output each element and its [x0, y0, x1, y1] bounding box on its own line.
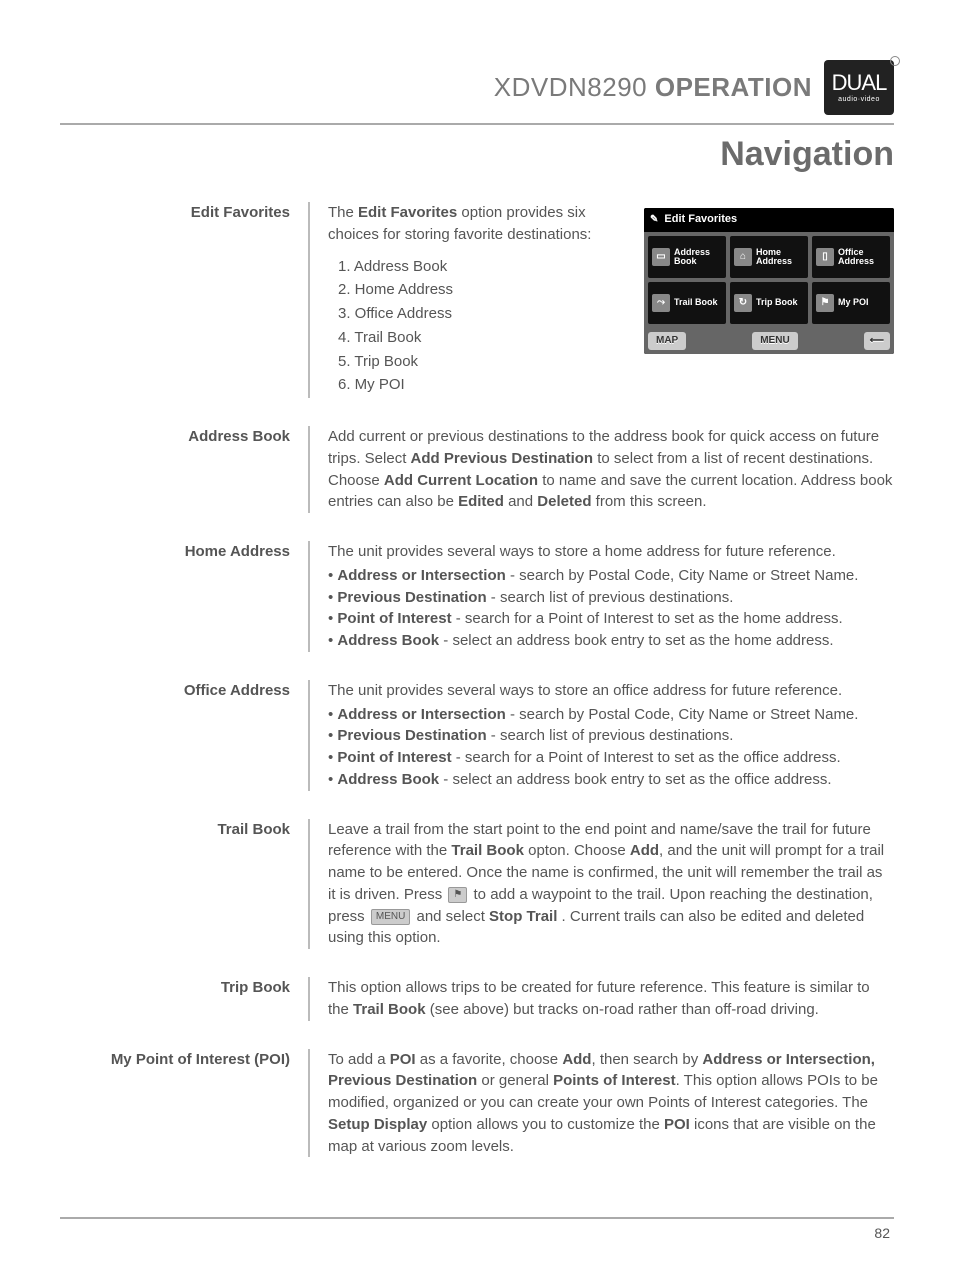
cell-label: Address Book	[674, 248, 722, 267]
bullet-list: Address or Intersection - search by Post…	[328, 565, 894, 652]
bullet-item: Address or Intersection - search by Post…	[328, 704, 894, 726]
screenshot-cell-office-address: ▯Office Address	[812, 236, 890, 278]
label-trail-book: Trail Book	[60, 819, 308, 841]
body-home-address: The unit provides several ways to store …	[310, 541, 894, 652]
screenshot-map-button: MAP	[648, 332, 686, 351]
row-office-address: Office Address The unit provides several…	[60, 680, 894, 791]
bullet-list: Address or Intersection - search by Post…	[328, 704, 894, 791]
screenshot-cell-trip-book: ↻ Trip Book	[730, 282, 808, 324]
logo-word: DUAL	[832, 72, 887, 94]
screenshot-back-button: ⟵	[864, 332, 890, 351]
logo-subtitle: audio·video	[838, 96, 880, 103]
trash-icon: ▯	[816, 248, 834, 266]
screenshot-edit-favorites: Edit Favorites ▭Address Book ⌂Home Addre…	[644, 208, 894, 354]
bullet-item: Address Book - select an address book en…	[328, 630, 894, 652]
bullet-item: Point of Interest - search for a Point o…	[328, 747, 894, 769]
row-trip-book: Trip Book This option allows trips to be…	[60, 977, 894, 1021]
cell-label: Trail Book	[674, 298, 718, 307]
cell-label: Home Address	[756, 248, 804, 267]
label-home-address: Home Address	[60, 541, 308, 563]
waypoint-icon: ⚑	[448, 887, 467, 903]
section-title: Navigation	[60, 135, 894, 174]
body-edit-favorites: Edit Favorites ▭Address Book ⌂Home Addre…	[310, 202, 894, 398]
screenshot-menu-button: MENU	[752, 332, 797, 351]
screenshot-cell-my-poi: ⚑ My POI	[812, 282, 890, 324]
screenshot-title: Edit Favorites	[644, 208, 894, 232]
label-my-poi: My Point of Interest (POI)	[60, 1049, 308, 1071]
header-rule	[60, 123, 894, 125]
label-office-address: Office Address	[60, 680, 308, 702]
book-icon: ▭	[652, 248, 670, 266]
row-trail-book: Trail Book Leave a trail from the start …	[60, 819, 894, 950]
intro-text: The unit provides several ways to store …	[328, 680, 894, 702]
brand-logo: DUAL audio·video	[824, 60, 894, 115]
row-edit-favorites: Edit Favorites Edit Favorites ▭Address B…	[60, 202, 894, 398]
body-trip-book: This option allows trips to be created f…	[310, 977, 894, 1021]
body-my-poi: To add a POI as a favorite, choose Add, …	[310, 1049, 894, 1158]
label-edit-favorites: Edit Favorites	[60, 202, 308, 224]
page-header: XDVDN8290 OPERATION DUAL audio·video	[60, 60, 894, 115]
operation-label: OPERATION	[655, 72, 812, 102]
manual-page: XDVDN8290 OPERATION DUAL audio·video Nav…	[0, 0, 954, 1271]
cell-label: Trip Book	[756, 298, 798, 307]
page-number: 82	[60, 1225, 894, 1241]
label-trip-book: Trip Book	[60, 977, 308, 999]
bullet-item: Previous Destination - search list of pr…	[328, 587, 894, 609]
screenshot-cell-trail-book: ⤳ Trail Book	[648, 282, 726, 324]
trip-icon: ↻	[734, 294, 752, 312]
bullet-item: Point of Interest - search for a Point o…	[328, 608, 894, 630]
row-home-address: Home Address The unit provides several w…	[60, 541, 894, 652]
body-office-address: The unit provides several ways to store …	[310, 680, 894, 791]
poi-icon: ⚑	[816, 294, 834, 312]
bullet-item: Address or Intersection - search by Post…	[328, 565, 894, 587]
model-operation: XDVDN8290 OPERATION	[494, 72, 812, 103]
model-number: XDVDN8290	[494, 72, 647, 102]
intro-text: The Edit Favorites option provides six c…	[328, 204, 591, 243]
bullet-item: Previous Destination - search list of pr…	[328, 725, 894, 747]
bullet-item: Address Book - select an address book en…	[328, 769, 894, 791]
screenshot-cell-home-address: ⌂Home Address	[730, 236, 808, 278]
row-my-poi: My Point of Interest (POI) To add a POI …	[60, 1049, 894, 1158]
intro-text: The unit provides several ways to store …	[328, 541, 894, 563]
footer-rule	[60, 1217, 894, 1219]
list-item: 6. My POI	[338, 374, 894, 396]
cell-label: My POI	[838, 298, 869, 307]
trail-icon: ⤳	[652, 294, 670, 312]
cell-label: Office Address	[838, 248, 886, 267]
content-area: Edit Favorites Edit Favorites ▭Address B…	[60, 202, 894, 1157]
label-address-book: Address Book	[60, 426, 308, 448]
body-address-book: Add current or previous destinations to …	[310, 426, 894, 513]
row-address-book: Address Book Add current or previous des…	[60, 426, 894, 513]
home-icon: ⌂	[734, 248, 752, 266]
menu-icon: MENU	[371, 909, 410, 925]
body-trail-book: Leave a trail from the start point to th…	[310, 819, 894, 950]
screenshot-cell-address-book: ▭Address Book	[648, 236, 726, 278]
